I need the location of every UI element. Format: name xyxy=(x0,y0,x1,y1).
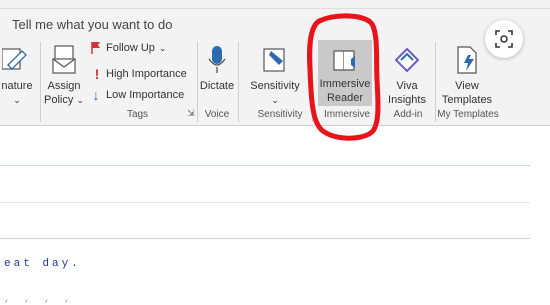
chevron-down-icon: ⌄ xyxy=(76,95,84,105)
view-templates-label-1: View xyxy=(455,80,479,92)
exclamation-icon: ! xyxy=(94,66,100,82)
signature-button[interactable]: nature ⌄ xyxy=(0,45,34,107)
ribbon-separator xyxy=(238,42,239,122)
microphone-icon xyxy=(208,46,226,73)
follow-up-label: Follow Up xyxy=(106,42,155,54)
viva-label-2: Insights xyxy=(388,94,426,106)
ribbon: nature ⌄ Assign Policy ⌄ Follow Up ⌄ ! H… xyxy=(0,39,550,126)
dictate-label: Dictate xyxy=(199,80,235,92)
templates-icon xyxy=(457,46,477,74)
high-importance-button[interactable]: ! High Importance xyxy=(92,66,187,82)
immersive-reader-content: Immersive Reader xyxy=(318,46,372,105)
templates-group-label: My Templates xyxy=(437,109,499,120)
assign-policy-line-2: Policy ⌄ xyxy=(44,93,84,107)
immersive-group-label: Immersive xyxy=(323,109,371,120)
field-divider xyxy=(0,202,530,203)
voice-group-label: Voice xyxy=(204,109,230,120)
viva-insights-icon xyxy=(394,47,420,73)
dictate-button[interactable]: Dictate xyxy=(199,45,235,93)
viva-label-1: Viva xyxy=(396,80,418,92)
down-arrow-icon: ↓ xyxy=(92,87,100,103)
title-bar-strip xyxy=(0,0,550,9)
sensitivity-label: Sensitivity xyxy=(250,80,300,92)
ribbon-separator xyxy=(312,42,313,122)
message-body-text[interactable]: eat day. xyxy=(4,258,81,270)
tags-group-label: Tags xyxy=(126,109,149,120)
assign-policy-label-1: Assign xyxy=(47,80,81,92)
immersive-reader-label-2: Reader xyxy=(326,92,364,104)
scan-icon xyxy=(495,30,513,48)
immersive-reader-label-1: Immersive xyxy=(319,78,371,90)
assign-policy-button[interactable]: Assign Policy ⌄ xyxy=(44,45,84,107)
scan-button[interactable] xyxy=(485,20,523,58)
high-importance-label: High Importance xyxy=(106,68,187,80)
tags-dialog-launcher-icon[interactable]: ⇲ xyxy=(187,108,195,119)
low-importance-button[interactable]: ↓ Low Importance xyxy=(90,87,185,103)
sensitivity-group-label: Sensitivity xyxy=(257,109,303,120)
message-body-faint-text: , , , , xyxy=(4,294,75,305)
chevron-down-icon: ⌄ xyxy=(271,95,279,105)
assign-policy-label-2: Policy xyxy=(44,94,74,106)
tell-me-placeholder: Tell me what you want to do xyxy=(12,17,173,32)
book-speaker-icon xyxy=(333,50,355,71)
tell-me-search[interactable]: Tell me what you want to do xyxy=(0,9,550,39)
field-divider xyxy=(0,238,530,239)
sensitivity-icon xyxy=(263,48,285,72)
header-divider xyxy=(0,165,530,166)
ribbon-separator xyxy=(197,42,198,122)
ribbon-separator xyxy=(40,42,41,122)
addin-group-label: Add-in xyxy=(393,109,423,120)
ribbon-separator xyxy=(376,42,377,122)
signature-dropdown-icon: ⌄ xyxy=(13,95,21,105)
flag-icon xyxy=(91,42,100,54)
ribbon-separator xyxy=(435,42,436,122)
sensitivity-button[interactable]: Sensitivity ⌄ xyxy=(242,45,308,107)
assign-policy-icon xyxy=(52,45,76,74)
low-importance-label: Low Importance xyxy=(106,89,185,101)
signature-label: nature xyxy=(1,80,33,92)
chevron-down-icon: ⌄ xyxy=(158,42,167,53)
immersive-reader-button[interactable]: Immersive Reader xyxy=(318,40,372,106)
view-templates-label-2: Templates xyxy=(441,94,493,106)
viva-insights-button[interactable]: Viva Insights xyxy=(382,45,432,107)
signature-icon xyxy=(2,48,27,70)
follow-up-button[interactable]: Follow Up ⌄ xyxy=(90,41,166,55)
